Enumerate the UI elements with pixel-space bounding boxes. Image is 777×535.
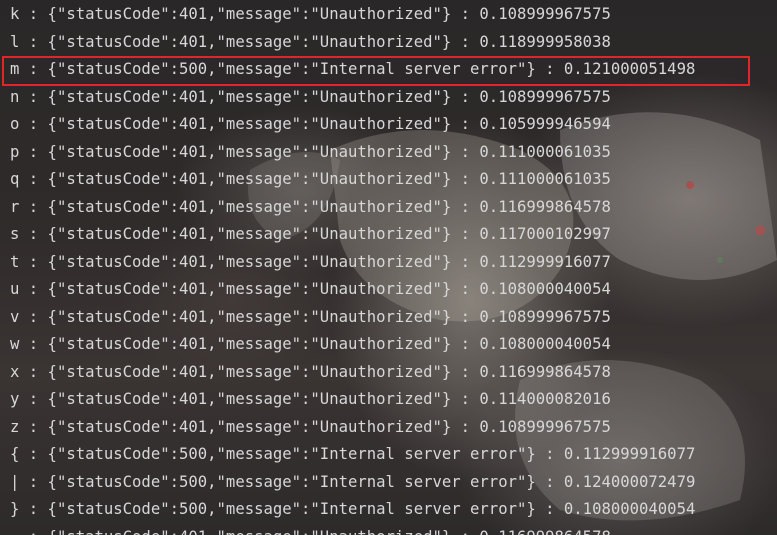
log-line-n: n : {"statusCode":401,"message":"Unautho…	[10, 87, 611, 106]
log-line-pipe: | : {"statusCode":500,"message":"Interna…	[10, 472, 696, 491]
log-line-k: k : {"statusCode":401,"message":"Unautho…	[10, 5, 611, 23]
log-line-close-brace: } : {"statusCode":500,"message":"Interna…	[10, 500, 696, 518]
log-line-t: t : {"statusCode":401,"message":"Unautho…	[10, 252, 611, 271]
log-line-o: o : {"statusCode":401,"message":"Unautho…	[10, 115, 611, 133]
log-line-z: z : {"statusCode":401,"message":"Unautho…	[10, 417, 611, 436]
log-lines: k : {"statusCode":401,"message":"Unautho…	[10, 1, 695, 535]
log-line-open-brace: { : {"statusCode":500,"message":"Interna…	[10, 445, 696, 463]
log-line-u: u : {"statusCode":401,"message":"Unautho…	[10, 280, 611, 298]
log-line-m: m : {"statusCode":500,"message":"Interna…	[10, 60, 696, 78]
log-line-l: l : {"statusCode":401,"message":"Unautho…	[10, 32, 611, 51]
log-line-x: x : {"statusCode":401,"message":"Unautho…	[10, 362, 611, 381]
log-line-r: r : {"statusCode":401,"message":"Unautho…	[10, 197, 611, 216]
log-line-y: y : {"statusCode":401,"message":"Unautho…	[10, 390, 611, 408]
log-line-tilde: ~ : {"statusCode":401,"message":"Unautho…	[10, 524, 695, 535]
console-output-panel: k : {"statusCode":401,"message":"Unautho…	[0, 0, 777, 535]
log-line-s: s : {"statusCode":401,"message":"Unautho…	[10, 225, 611, 243]
log-line-q: q : {"statusCode":401,"message":"Unautho…	[10, 170, 611, 188]
log-line-w: w : {"statusCode":401,"message":"Unautho…	[10, 335, 611, 353]
log-line-p: p : {"statusCode":401,"message":"Unautho…	[10, 142, 611, 161]
log-line-v: v : {"statusCode":401,"message":"Unautho…	[10, 307, 611, 326]
